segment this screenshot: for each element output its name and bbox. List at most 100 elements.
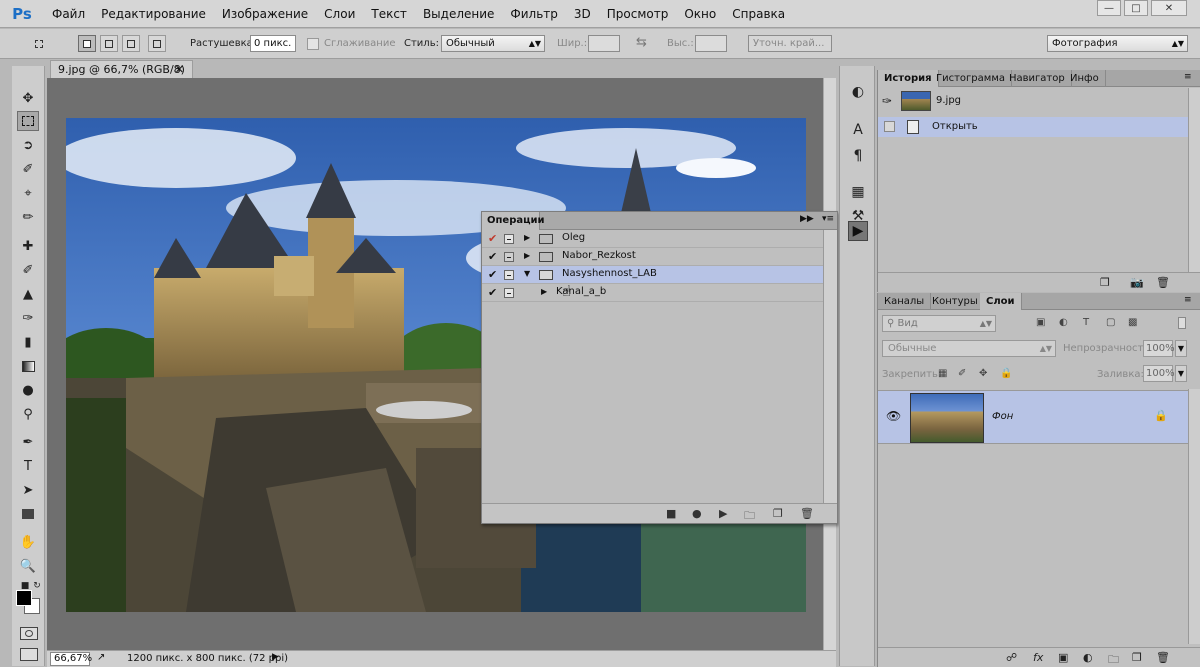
layer-name[interactable]: Фон	[992, 411, 1013, 422]
filter-toggle[interactable]	[1178, 317, 1186, 329]
adjustment-filter-icon[interactable]: ◐	[1059, 317, 1068, 328]
tab-info[interactable]: Инфо	[1064, 70, 1106, 87]
foreground-color-swatch[interactable]	[16, 590, 32, 606]
zoom-level-field[interactable]: 66,67%	[50, 652, 92, 666]
lock-transparency-icon[interactable]: ▦	[938, 368, 947, 379]
play-icon[interactable]: ▶	[719, 507, 727, 520]
menu-help[interactable]: Справка	[724, 0, 793, 28]
style-select[interactable]: Обычный ▲▼	[441, 35, 545, 52]
dialog-toggle-icon[interactable]	[504, 288, 514, 298]
3d-panel-icon[interactable]: ▦	[848, 182, 868, 202]
new-action-icon[interactable]: ❐	[773, 507, 783, 520]
panel-menu-icon[interactable]: ▾≡	[822, 214, 834, 224]
action-set-row[interactable]: ✔ ▼ Nasyshennost_LAB	[482, 266, 824, 284]
menu-window[interactable]: Окно	[676, 0, 724, 28]
quick-select-tool-icon[interactable]: ✐	[17, 159, 39, 179]
path-select-tool-icon[interactable]: ➤	[17, 480, 39, 500]
check-icon[interactable]: ✔	[488, 286, 497, 299]
quick-mask-icon[interactable]	[20, 627, 38, 640]
blur-tool-icon[interactable]: ●	[17, 380, 39, 400]
photoshop-logo[interactable]: Ps	[0, 0, 44, 28]
camera-icon[interactable]: 📷	[1130, 276, 1144, 289]
layer-filter-select[interactable]: ⚲ Вид ▲▼	[882, 315, 996, 332]
collapse-icon[interactable]: ▶▶	[800, 214, 814, 224]
menu-image[interactable]: Изображение	[214, 0, 316, 28]
panel-menu-icon[interactable]: ≡	[1184, 72, 1192, 82]
rect-marquee-tool-icon[interactable]	[17, 111, 39, 131]
check-icon[interactable]: ✔	[488, 250, 497, 263]
tab-navigator[interactable]: Навигатор	[1003, 70, 1072, 87]
hand-tool-icon[interactable]: ✋	[17, 532, 39, 552]
history-snapshot-row[interactable]: ✑ 9.jpg	[878, 89, 1188, 115]
check-icon[interactable]: ✔	[488, 232, 497, 245]
dialog-toggle-icon[interactable]	[504, 270, 514, 280]
menu-type[interactable]: Текст	[363, 0, 415, 28]
tab-layers[interactable]: Слои	[980, 293, 1022, 310]
new-group-icon[interactable]: 🗀	[1108, 651, 1119, 667]
tab-actions[interactable]: Операции	[482, 212, 545, 230]
shape-filter-icon[interactable]: ▢	[1106, 317, 1115, 328]
new-document-from-state-icon[interactable]: ❐	[1100, 276, 1110, 289]
action-row[interactable]: ✔ ▶ Kanal_a_b	[482, 284, 824, 302]
dodge-tool-icon[interactable]: ⚲	[17, 404, 39, 424]
type-tool-icon[interactable]: T	[17, 456, 39, 476]
close-icon[interactable]: ✕	[175, 61, 184, 78]
pen-tool-icon[interactable]: ✒	[17, 432, 39, 452]
shape-tool-icon[interactable]	[17, 504, 39, 524]
new-set-folder-icon[interactable]: 🗀	[744, 507, 755, 526]
add-selection-button[interactable]	[100, 35, 118, 52]
subtract-selection-button[interactable]	[122, 35, 140, 52]
trash-icon[interactable]: 🗑	[800, 507, 814, 520]
collapse-arrow-icon[interactable]: ▼	[524, 269, 530, 278]
chevron-down-icon[interactable]: ▼	[1175, 365, 1187, 382]
zoom-tool-icon[interactable]: 🔍	[17, 556, 39, 576]
expand-arrow-icon[interactable]: ▶	[541, 287, 547, 296]
dialog-toggle-icon[interactable]	[504, 234, 514, 244]
menu-3d[interactable]: 3D	[566, 0, 599, 28]
fx-icon[interactable]: fx	[1033, 651, 1043, 664]
action-set-row[interactable]: ✔ ▶ Oleg	[482, 230, 824, 248]
expand-arrow-icon[interactable]: ▶	[524, 233, 530, 242]
brush-tool-icon[interactable]: ✐	[17, 260, 39, 280]
minimize-button[interactable]: —	[1097, 0, 1121, 16]
dialog-toggle-icon[interactable]	[504, 252, 514, 262]
move-tool-icon[interactable]: ✥	[17, 88, 39, 108]
link-layers-icon[interactable]: ☍	[1006, 651, 1017, 664]
paragraph-panel-icon[interactable]: ¶	[848, 146, 868, 166]
gradient-tool-icon[interactable]	[17, 356, 39, 376]
character-panel-icon[interactable]: A	[848, 120, 868, 140]
menu-layer[interactable]: Слои	[316, 0, 363, 28]
new-layer-icon[interactable]: ❐	[1132, 651, 1142, 664]
actions-panel-icon[interactable]: ▶	[848, 221, 868, 241]
layers-scrollbar[interactable]	[1188, 389, 1200, 644]
adjustments-icon[interactable]: ◐	[848, 82, 868, 102]
document-tab[interactable]: 9.jpg @ 66,7% (RGB/8) ✕	[50, 60, 193, 78]
menu-edit[interactable]: Редактирование	[93, 0, 214, 28]
new-selection-button[interactable]	[78, 35, 96, 52]
intersect-selection-button[interactable]	[148, 35, 166, 52]
layer-row[interactable]: 👁 Фон 🔒	[878, 390, 1188, 444]
menu-file[interactable]: Файл	[44, 0, 93, 28]
status-menu-arrow-icon[interactable]: ▶	[272, 652, 279, 662]
maximize-button[interactable]: □	[1124, 0, 1148, 16]
eye-icon[interactable]: 👁	[886, 409, 901, 423]
action-set-row[interactable]: ✔ ▶ Nabor_Rezkost	[482, 248, 824, 266]
swap-icon[interactable]: ⇆	[636, 35, 647, 50]
refine-edge-button[interactable]: Уточн. край...	[748, 35, 832, 52]
history-state-row[interactable]: Открыть	[878, 117, 1188, 137]
lock-image-icon[interactable]: ✐	[958, 368, 966, 379]
workspace-select[interactable]: Фотография ▲▼	[1047, 35, 1188, 52]
tab-paths[interactable]: Контуры	[926, 293, 985, 310]
smart-object-filter-icon[interactable]: ▩	[1128, 317, 1137, 328]
lock-position-icon[interactable]: ✥	[979, 368, 987, 379]
height-input[interactable]	[695, 35, 727, 52]
check-icon[interactable]: ✔	[488, 268, 497, 281]
blend-mode-select[interactable]: Обычные ▲▼	[882, 340, 1056, 357]
eyedropper-tool-icon[interactable]: ✏	[17, 207, 39, 227]
export-icon[interactable]: ↗	[97, 652, 105, 663]
menu-filter[interactable]: Фильтр	[502, 0, 565, 28]
opacity-input[interactable]: 100%	[1143, 340, 1175, 357]
history-source-box[interactable]	[884, 121, 895, 132]
history-brush-tool-icon[interactable]: ✑	[17, 308, 39, 328]
stop-icon[interactable]: ■	[666, 507, 676, 520]
